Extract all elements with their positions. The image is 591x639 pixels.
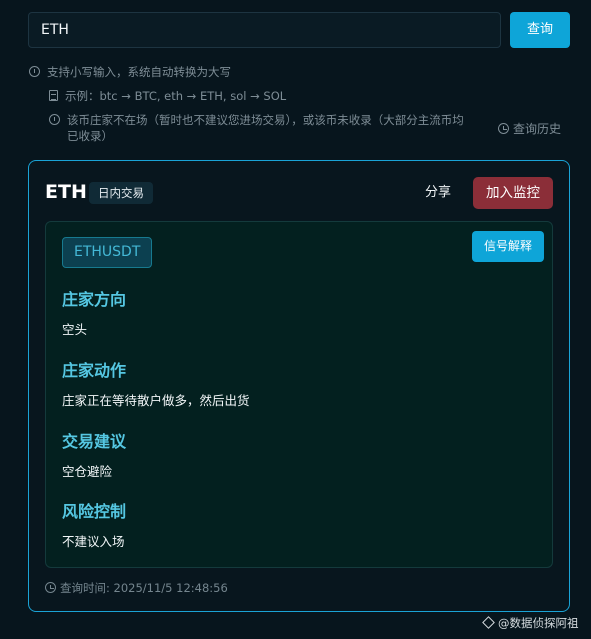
symbol-search-input[interactable] — [28, 12, 501, 48]
clock-icon — [45, 582, 56, 593]
query-time: 查询时间: 2025/11/5 12:48:56 — [45, 580, 228, 596]
section-title-direction: 庄家方向 — [62, 290, 127, 309]
query-history-label: 查询历史 — [513, 122, 562, 136]
add-monitor-button[interactable]: 加入监控 — [473, 177, 553, 209]
diamond-logo-icon — [482, 616, 495, 629]
section-text-action: 庄家正在等待散户做多，然后出货 — [62, 393, 250, 408]
query-history-link[interactable]: 查询历史 — [498, 120, 561, 137]
query-button[interactable]: 查询 — [510, 12, 570, 48]
section-text-direction: 空头 — [62, 322, 88, 337]
signal-panel: ETHUSDT 信号解释 庄家方向 空头 庄家动作 庄家正在等待散户做多，然后出… — [45, 221, 553, 568]
info-icon — [29, 66, 40, 77]
result-card: ETH 日内交易 分享 加入监控 ETHUSDT 信号解释 庄家方向 空头 庄家… — [28, 160, 570, 612]
hint-uppercase-text: 支持小写输入，系统自动转换为大写 — [47, 65, 231, 79]
section-title-advice: 交易建议 — [62, 432, 127, 451]
hint-example: 示例：btc → BTC, eth → ETH, sol → SOL — [49, 88, 286, 104]
watermark: @数据侦探阿祖 — [482, 615, 579, 631]
hint-example-text: 示例：btc → BTC, eth → ETH, sol → SOL — [65, 89, 287, 103]
section-title-risk: 风险控制 — [62, 502, 127, 521]
section-text-risk: 不建议入场 — [62, 534, 125, 549]
info-icon — [49, 114, 60, 125]
share-button[interactable]: 分享 — [413, 178, 463, 208]
hint-not-listed-text-2: 已收录） — [67, 129, 113, 143]
hint-not-listed-text-1: 该币庄家不在场（暂时也不建议您进场交易），或该币未收录（大部分主流币均 — [67, 113, 464, 127]
signal-explain-button[interactable]: 信号解释 — [472, 231, 544, 262]
coin-title: ETH — [45, 181, 87, 203]
query-time-text: 查询时间: 2025/11/5 12:48:56 — [60, 581, 228, 595]
hint-uppercase: 支持小写输入，系统自动转换为大写 — [29, 64, 231, 80]
hint-not-listed-cont: 已收录） — [67, 128, 113, 144]
hint-not-listed: 该币庄家不在场（暂时也不建议您进场交易），或该币未收录（大部分主流币均 — [49, 112, 489, 128]
document-icon — [49, 90, 58, 101]
pair-tag: ETHUSDT — [62, 237, 153, 268]
watermark-text: @数据侦探阿祖 — [498, 616, 579, 630]
section-title-action: 庄家动作 — [62, 361, 127, 380]
section-text-advice: 空仓避险 — [62, 464, 113, 479]
page: 查询 支持小写输入，系统自动转换为大写 示例：btc → BTC, eth → … — [0, 0, 591, 639]
clock-icon — [498, 123, 509, 134]
trade-type-tag: 日内交易 — [89, 182, 153, 204]
